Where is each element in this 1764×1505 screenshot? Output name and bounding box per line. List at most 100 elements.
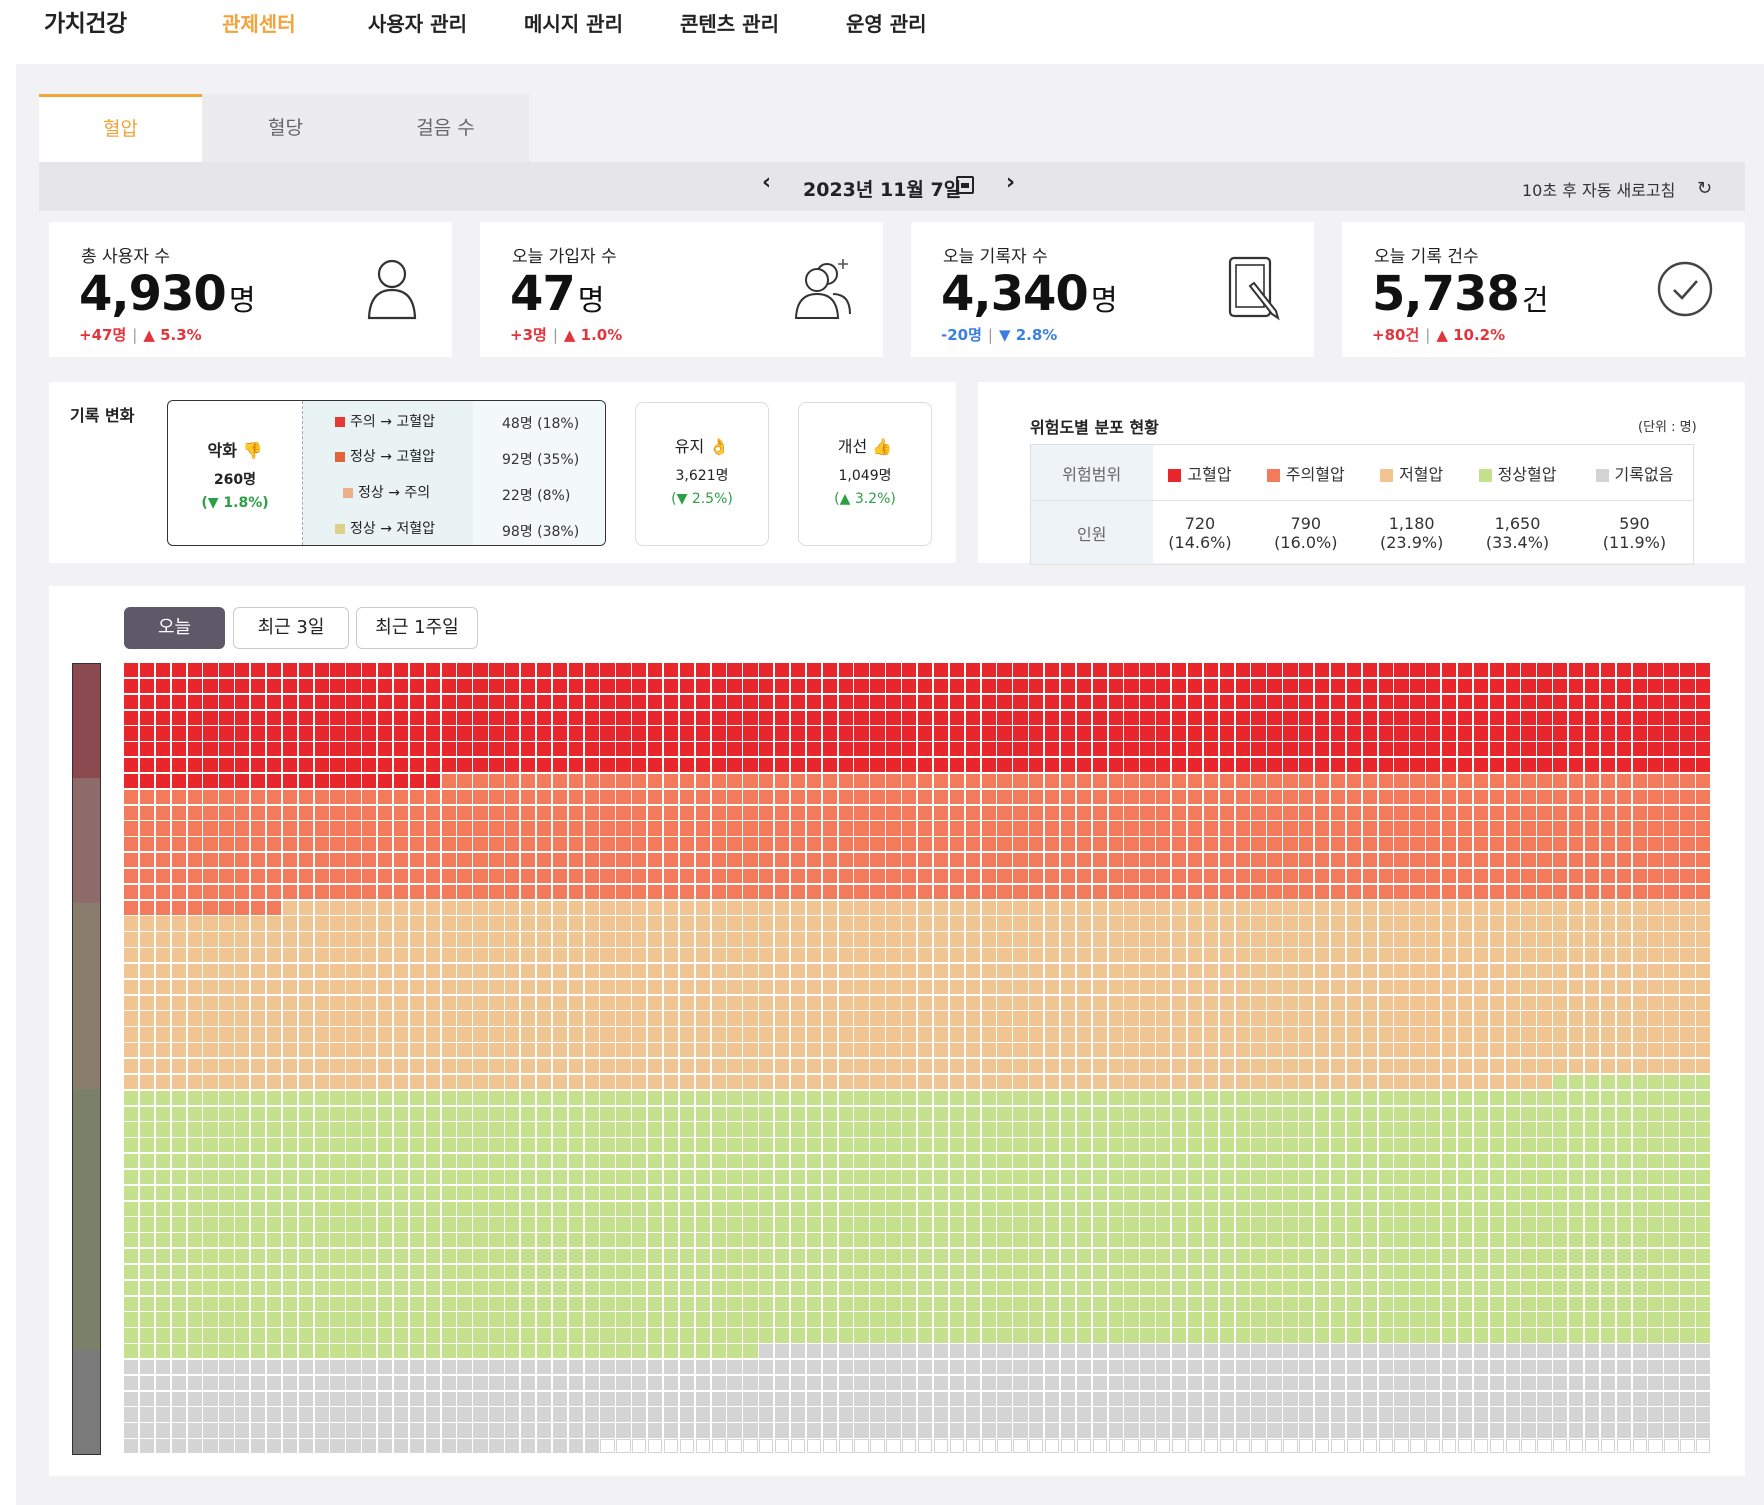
waffle-cell-normal (330, 1264, 345, 1280)
waffle-cell-low (346, 963, 361, 979)
waffle-cell-caution (282, 789, 298, 804)
waffle-cell-normal (949, 1217, 965, 1232)
waffle-cell-low (251, 1059, 266, 1074)
waffle-cell-normal (822, 1169, 837, 1185)
waffle-cell-normal (1394, 1264, 1409, 1280)
waffle-cell-high (266, 758, 282, 773)
waffle-cell-low (393, 1027, 409, 1042)
waffle-cell-low (1457, 916, 1473, 931)
waffle-cell-high (822, 710, 837, 725)
waffle-cell-normal (124, 1264, 139, 1280)
refresh-icon[interactable]: ↻ (1697, 178, 1712, 199)
waffle-cell-caution (1124, 868, 1139, 884)
waffle-cell-normal (1410, 1169, 1425, 1185)
waffle-cell-caution (1521, 805, 1536, 820)
waffle-cell-normal (1632, 1296, 1647, 1311)
waffle-cell-low (330, 1059, 345, 1074)
waffle-cell-low (536, 1027, 552, 1042)
waffle-cell-caution (298, 789, 313, 804)
waffle-cell-low (457, 900, 472, 915)
prev-date-button[interactable]: ‹ (762, 170, 771, 195)
waffle-cell-caution (1299, 805, 1314, 820)
waffle-cell-normal (409, 1328, 425, 1343)
waffle-cell-no-record (616, 1359, 631, 1375)
waffle-cell-caution (1442, 773, 1457, 789)
tab-blood-pressure[interactable]: 혈압 (39, 94, 202, 162)
nav-item-user-management[interactable]: 사용자 관리 (368, 8, 467, 37)
brand-logo[interactable]: 가치건강 (44, 4, 127, 38)
waffle-cell-high (219, 742, 234, 757)
range-1week-button[interactable]: 최근 1주일 (356, 607, 478, 649)
waffle-cell-normal (1680, 1169, 1695, 1185)
waffle-cell-low (378, 1011, 393, 1026)
tab-steps[interactable]: 걸음 수 (364, 94, 527, 162)
waffle-cell-high (759, 758, 774, 773)
waffle-cell-low (1076, 948, 1092, 963)
waffle-cell-no-record (330, 1375, 345, 1391)
waffle-cell-no-record (1394, 1344, 1409, 1359)
waffle-cell-caution (854, 868, 869, 884)
waffle-cell-normal (1489, 1201, 1504, 1216)
waffle-cell-normal (854, 1201, 869, 1216)
waffle-cell-low (1251, 1011, 1266, 1026)
waffle-cell-high (1442, 742, 1457, 757)
waffle-cell-caution (1600, 805, 1616, 820)
next-date-button[interactable]: › (1006, 170, 1015, 195)
nav-item-operations-management[interactable]: 운영 관리 (846, 8, 927, 37)
nav-item-message-management[interactable]: 메시지 관리 (524, 8, 623, 37)
waffle-cell-normal (346, 1264, 361, 1280)
calendar-icon[interactable] (956, 176, 974, 194)
waffle-cell-normal (1664, 1090, 1679, 1105)
waffle-cell-caution (1473, 805, 1489, 820)
waffle-cell-normal (1315, 1249, 1330, 1264)
waffle-cell-no-record (1203, 1344, 1219, 1359)
range-today-button[interactable]: 오늘 (124, 607, 225, 649)
waffle-cell-low (632, 1027, 647, 1042)
waffle-cell-normal (1362, 1328, 1377, 1343)
waffle-cell-low (298, 1043, 313, 1058)
waffle-cell-no-record (886, 1391, 901, 1406)
waffle-cell-high (1505, 758, 1520, 773)
waffle-cell-caution (1156, 868, 1171, 884)
nav-item-content-management[interactable]: 콘텐츠 관리 (680, 8, 779, 37)
waffle-cell-normal (536, 1185, 552, 1200)
waffle-cell-normal (1584, 1185, 1600, 1200)
waffle-cell-normal (616, 1154, 631, 1169)
waffle-cell-normal (1410, 1264, 1425, 1280)
waffle-cell-low (298, 932, 313, 947)
waffle-cell-caution (632, 868, 647, 884)
waffle-cell-no-record (1680, 1407, 1695, 1422)
waffle-cell-normal (727, 1296, 742, 1311)
waffle-cell-normal (1172, 1328, 1187, 1343)
waffle-cell-normal (505, 1280, 520, 1295)
waffle-cell-no-record (1060, 1391, 1076, 1406)
waffle-cell-normal (314, 1344, 329, 1359)
waffle-cell-normal (457, 1138, 472, 1153)
waffle-cell-low (552, 916, 568, 931)
waffle-cell-low (1521, 1059, 1536, 1074)
waffle-cell-caution (981, 837, 996, 852)
waffle-cell-low (1235, 932, 1250, 947)
waffle-cell-no-record (1267, 1344, 1282, 1359)
waffle-cell-low (933, 932, 949, 947)
waffle-cell-low (1156, 1043, 1171, 1058)
waffle-cell-high (266, 710, 282, 725)
waffle-cell-caution (1362, 821, 1377, 836)
waffle-cell-no-record (1346, 1407, 1362, 1422)
waffle-cell-caution (1648, 789, 1663, 804)
range-3days-button[interactable]: 최근 3일 (233, 607, 349, 649)
waffle-cell-low (918, 1011, 933, 1026)
waffle-cell-normal (1267, 1138, 1282, 1153)
nav-item-control-center[interactable]: 관제센터 (222, 8, 296, 37)
waffle-cell-normal (1076, 1296, 1092, 1311)
waffle-cell-normal (1505, 1249, 1520, 1264)
waffle-cell-normal (902, 1106, 917, 1121)
waffle-cell-normal (393, 1233, 409, 1248)
waffle-cell-normal (1235, 1169, 1250, 1185)
tab-blood-sugar[interactable]: 혈당 (204, 94, 367, 162)
waffle-cell-low (314, 1074, 329, 1090)
waffle-cell-caution (298, 837, 313, 852)
waffle-cell-high (1457, 663, 1473, 678)
waffle-cell-normal (1330, 1122, 1346, 1137)
waffle-cell-caution (251, 884, 266, 899)
